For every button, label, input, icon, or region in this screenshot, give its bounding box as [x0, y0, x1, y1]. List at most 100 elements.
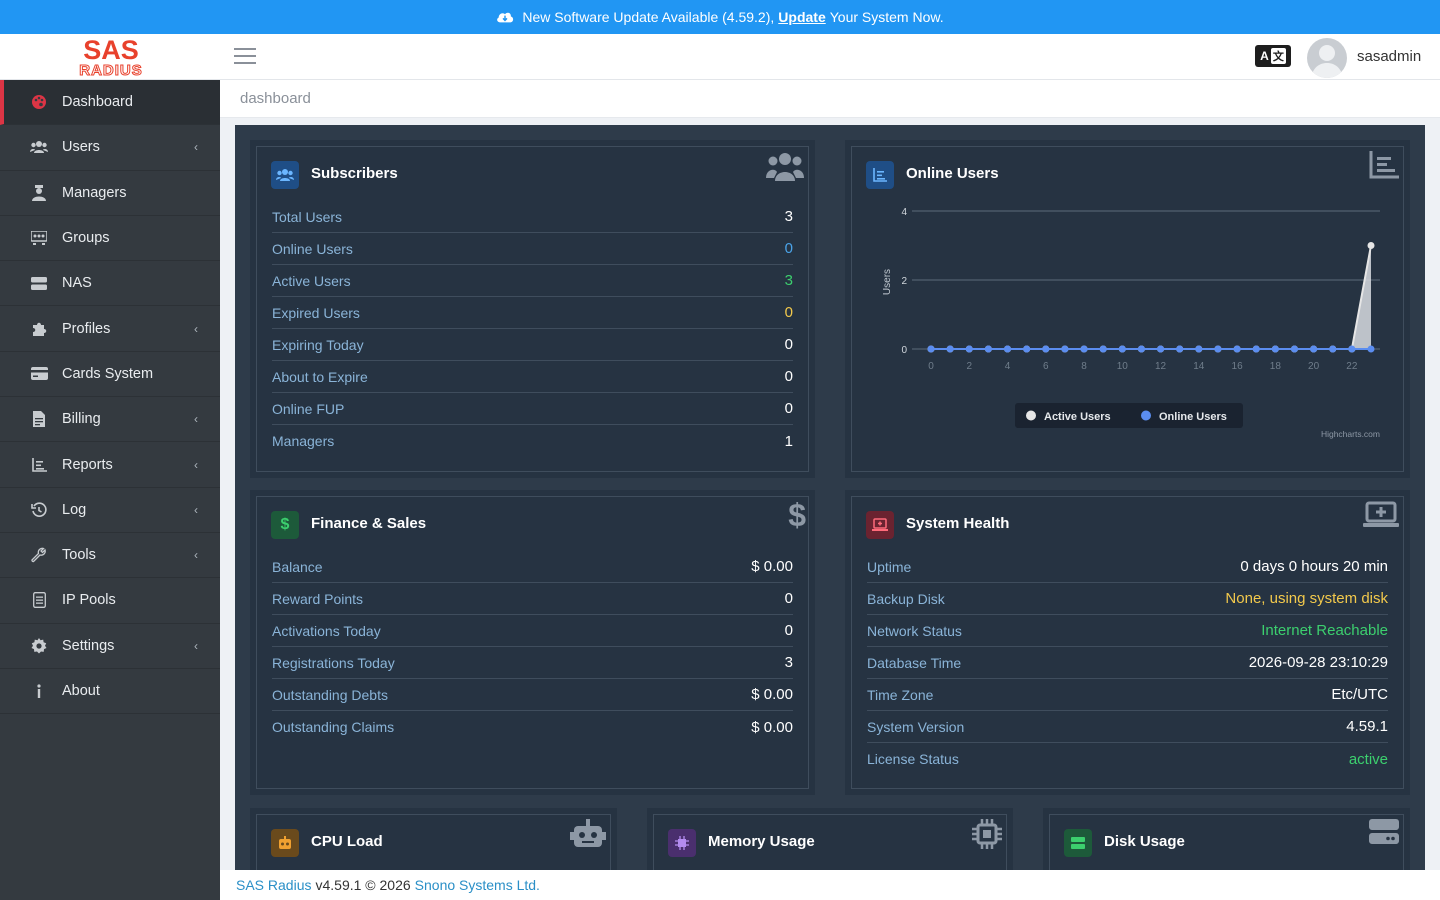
online-users-title: Online Users: [906, 165, 999, 182]
online-users-point: [1042, 345, 1050, 353]
menu-toggle-button[interactable]: [234, 48, 256, 66]
footer-version: v4.59.1 © 2026: [315, 877, 411, 893]
subscribers-card: Subscribers Total Users 3 Online Users 0 Act…: [256, 146, 809, 472]
banner-text: New Software Update Available (4.59.2),: [522, 9, 775, 25]
palette-icon: [30, 94, 48, 110]
online-users-point: [927, 345, 935, 353]
disk-card-wrapper: Disk Usage: [1043, 808, 1410, 874]
health-row-label: Backup Disk: [867, 590, 945, 607]
x-tick-label: 6: [1043, 361, 1049, 372]
sidebar-item-users[interactable]: Users ‹: [0, 125, 220, 171]
update-link[interactable]: Update: [778, 9, 825, 25]
footer-company-link[interactable]: Snono Systems Ltd.: [415, 877, 540, 893]
subscribers-row: Active Users 3: [272, 265, 793, 297]
subscribers-row-label: Active Users: [272, 272, 351, 289]
chart-icon: [1369, 151, 1399, 184]
disk-title: Disk Usage: [1104, 833, 1185, 850]
banner-suffix: Your System Now.: [829, 9, 944, 25]
sidebar-item-label: About: [62, 683, 100, 699]
sidebar-item-label: Tools: [62, 547, 96, 564]
footer-brand-link[interactable]: SAS Radius: [236, 877, 311, 893]
online-users-point: [1367, 345, 1375, 353]
x-tick-label: 16: [1232, 361, 1244, 372]
info-icon: [30, 683, 48, 699]
subscribers-row-value: 0: [784, 400, 793, 417]
online-users-point: [1118, 345, 1126, 353]
finance-row: Outstanding Debts $ 0.00: [272, 679, 793, 711]
list-icon: [30, 592, 48, 609]
health-row-value: Etc/UTC: [1331, 686, 1388, 703]
laptop-medical-icon: [872, 518, 888, 531]
sidebar-item-label: NAS: [62, 275, 92, 292]
finance-row-value: 0: [784, 590, 793, 607]
finance-row: Registrations Today 3: [272, 647, 793, 679]
x-tick-label: 18: [1270, 361, 1282, 372]
svg-text:SAS: SAS: [83, 37, 139, 65]
subscribers-row-value: 3: [784, 208, 793, 225]
finance-row: Activations Today 0: [272, 615, 793, 647]
sidebar-item-dashboard[interactable]: Dashboard: [0, 80, 220, 126]
sidebar-item-label: Profiles: [62, 320, 111, 337]
health-row-label: Time Zone: [867, 686, 934, 703]
sidebar-item-groups[interactable]: Groups: [0, 216, 220, 262]
sidebar-nav: Dashboard Users ‹ Managers Groups NAS Profiles…: [0, 80, 220, 900]
finance-row-value: 0: [784, 622, 793, 639]
user-avatar[interactable]: [1307, 38, 1347, 78]
chevron-left-icon: ‹: [194, 548, 198, 563]
legend-marker-online: [1141, 410, 1151, 421]
x-tick-label: 4: [1005, 361, 1011, 372]
cpu-title: CPU Load: [311, 833, 383, 850]
language-toggle-button[interactable]: A 文: [1255, 45, 1291, 67]
sidebar-item-billing[interactable]: Billing ‹: [0, 397, 220, 443]
online-users-point: [1023, 345, 1031, 353]
sidebar-item-log[interactable]: Log ‹: [0, 488, 220, 533]
health-row-value: None, using system disk: [1225, 590, 1388, 607]
top-header: SAS RADIUS A 文 sasadmin: [0, 34, 1440, 80]
breadcrumb: dashboard: [220, 80, 1440, 118]
svg-text:RADIUS: RADIUS: [79, 62, 143, 77]
sidebar-item-reports[interactable]: Reports ‹: [0, 442, 220, 488]
y-tick-label: 4: [901, 207, 907, 218]
health-row-value: 2026-09-28 23:10:29: [1248, 654, 1388, 671]
health-badge: [866, 511, 894, 539]
cpu-card-wrapper: CPU Load: [250, 808, 617, 874]
y-tick-label: 0: [901, 345, 907, 356]
finance-row: Reward Points 0: [272, 583, 793, 615]
health-card: System Health Uptime 0 days 0 hours 20 mi…: [851, 496, 1404, 789]
sidebar-item-cards-system[interactable]: Cards System: [0, 352, 220, 398]
subscribers-row: Managers 1: [272, 425, 793, 457]
active-users-area: [931, 245, 1371, 349]
sidebar-item-managers[interactable]: Managers: [0, 171, 220, 216]
sas-radius-logo[interactable]: SAS RADIUS: [74, 35, 148, 80]
user-silhouette-icon: [1311, 45, 1343, 78]
health-row-value: 4.59.1: [1346, 718, 1388, 735]
sidebar-item-nas[interactable]: NAS: [0, 261, 220, 307]
sidebar-item-ip-pools[interactable]: IP Pools: [0, 578, 220, 624]
puzzle-icon: [30, 321, 48, 337]
sidebar-item-tools[interactable]: Tools ‹: [0, 533, 220, 579]
chevron-left-icon: ‹: [194, 321, 198, 336]
sidebar-item-profiles[interactable]: Profiles ‹: [0, 306, 220, 352]
subscribers-row-label: Total Users: [272, 208, 343, 225]
online-users-point: [965, 345, 973, 353]
subscribers-row-label: Expiring Today: [272, 336, 364, 353]
users-icon: [30, 139, 48, 155]
health-title: System Health: [906, 515, 1010, 532]
subscribers-badge: [271, 161, 299, 189]
health-row: License Status active: [867, 743, 1388, 775]
sidebar-item-label: Cards System: [62, 365, 154, 382]
x-tick-label: 10: [1117, 361, 1129, 372]
finance-row-label: Registrations Today: [272, 654, 395, 671]
health-row-value: Internet Reachable: [1261, 622, 1388, 639]
sidebar-item-settings[interactable]: Settings ‹: [0, 624, 220, 669]
legend-item-online-users: Online Users: [1159, 411, 1227, 423]
server-icon: [30, 275, 48, 291]
online-users-point: [1157, 345, 1165, 353]
username-label[interactable]: sasadmin: [1357, 48, 1421, 65]
finance-row-label: Activations Today: [272, 622, 381, 639]
hdd-large-icon: [1369, 819, 1399, 850]
sidebar-item-about[interactable]: About: [0, 669, 220, 715]
users-group-icon: [766, 151, 804, 188]
online-users-point: [1195, 345, 1203, 353]
health-row: Database Time 2026-09-28 23:10:29: [867, 647, 1388, 679]
